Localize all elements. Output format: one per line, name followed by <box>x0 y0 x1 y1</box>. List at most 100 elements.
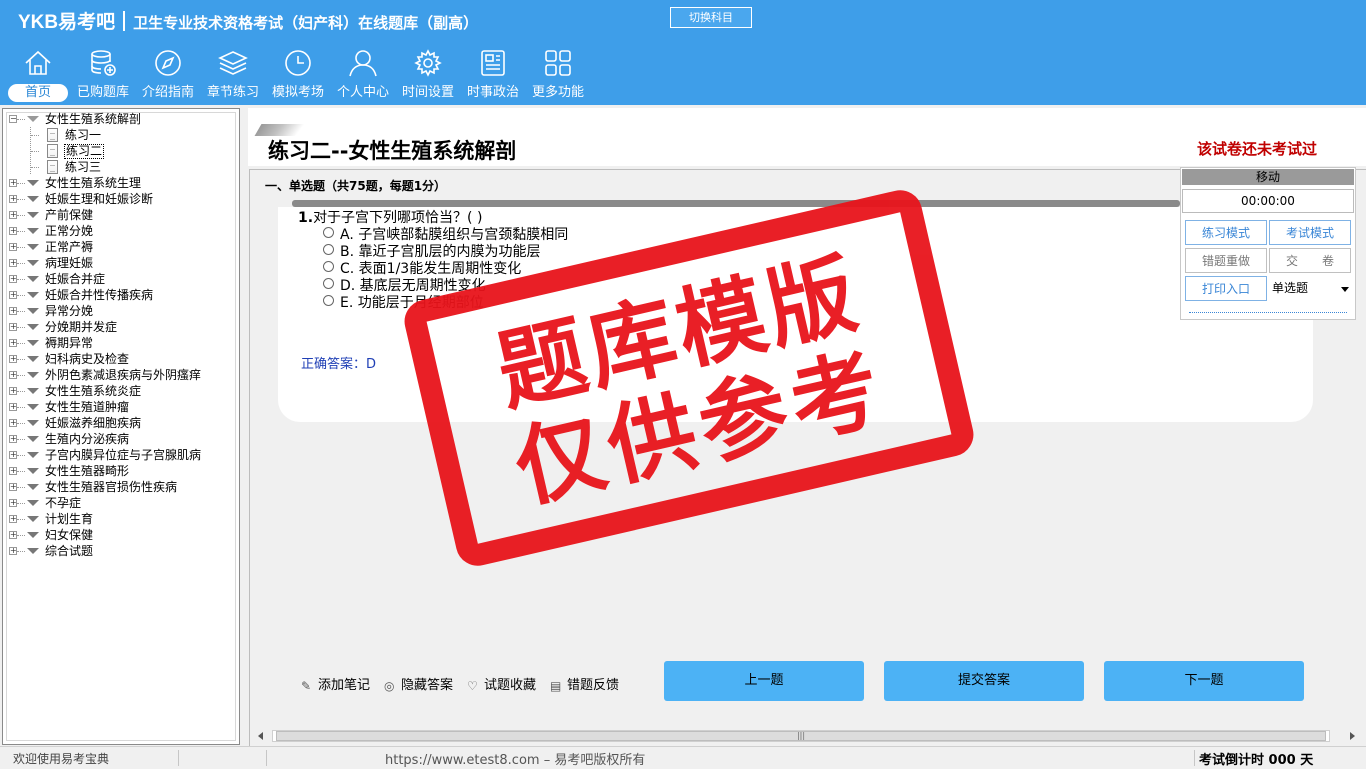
document-icon <box>47 160 58 174</box>
switch-subject-button[interactable]: 切换科目 <box>670 7 752 28</box>
expand-icon[interactable]: + <box>9 451 17 459</box>
nav-politics[interactable]: 时事政治 <box>461 48 525 104</box>
submit-answer-button[interactable]: 提交答案 <box>884 661 1084 701</box>
expand-icon[interactable]: + <box>9 403 17 411</box>
nav-more[interactable]: 更多功能 <box>526 48 590 104</box>
tree-chapter-label: 异常分娩 <box>45 304 94 318</box>
radio-button[interactable] <box>323 295 334 306</box>
scroll-left-icon[interactable] <box>258 732 263 740</box>
folder-icon <box>27 452 39 458</box>
tree-chapter-label: 综合试题 <box>45 544 94 558</box>
tree-root-label: 女性生殖系统解剖 <box>45 112 142 126</box>
expand-icon[interactable]: + <box>9 211 17 219</box>
expand-icon[interactable]: + <box>9 275 17 283</box>
nav-personal[interactable]: 个人中心 <box>331 48 395 104</box>
radio-button[interactable] <box>323 244 334 255</box>
folder-icon <box>27 180 39 186</box>
expand-icon[interactable]: + <box>9 243 17 251</box>
expand-icon[interactable]: + <box>9 547 17 555</box>
folder-icon <box>27 212 39 218</box>
expand-icon[interactable]: + <box>9 419 17 427</box>
nav-purchased[interactable]: 已购题库 <box>71 48 135 104</box>
feedback-icon: ▤ <box>550 679 562 693</box>
pencil-icon: ✎ <box>301 679 312 693</box>
prev-question-button[interactable]: 上一题 <box>664 661 864 701</box>
folder-icon <box>27 308 39 314</box>
tree-chapter-label: 妊娠生理和妊娠诊断 <box>45 192 154 206</box>
folder-icon <box>27 292 39 298</box>
favorite-button[interactable]: ♡ 试题收藏 <box>467 674 536 693</box>
expand-icon[interactable]: + <box>9 339 17 347</box>
exam-mode-button[interactable]: 考试模式 <box>1269 220 1351 245</box>
document-icon <box>47 144 58 158</box>
correct-answer: 正确答案：D <box>301 357 377 372</box>
nav-chapter-label: 章节练习 <box>206 85 259 100</box>
tree-chapter-label: 妊娠滋养细胞疾病 <box>45 416 142 430</box>
radio-button[interactable] <box>323 261 334 272</box>
expand-icon[interactable]: + <box>9 499 17 507</box>
folder-icon <box>27 404 39 410</box>
question-number: 1. <box>298 210 314 226</box>
brand: YKB易考吧 卫生专业技术资格考试（妇产科）在线题库（副高） <box>18 7 478 34</box>
expand-icon[interactable]: + <box>9 259 17 267</box>
radio-button[interactable] <box>323 278 334 289</box>
redo-wrong-button[interactable]: 错题重做 <box>1185 248 1267 273</box>
question-type-select[interactable]: 单选题 <box>1269 276 1353 301</box>
scroll-thumb[interactable]: ||| <box>276 731 1326 741</box>
nav-time-settings[interactable]: 时间设置 <box>396 48 460 104</box>
expand-icon[interactable]: + <box>9 179 17 187</box>
expand-icon[interactable]: + <box>9 227 17 235</box>
exam-control-panel: 移动 00:00:00 练习模式 考试模式 错题重做 交 卷 打印入口 单选题 <box>1180 167 1356 320</box>
folder-icon <box>27 324 39 330</box>
feedback-button[interactable]: ▤ 错题反馈 <box>550 674 619 693</box>
expand-icon[interactable]: + <box>9 483 17 491</box>
print-button[interactable]: 打印入口 <box>1185 276 1267 301</box>
horizontal-scrollbar[interactable]: ||| <box>252 728 1366 744</box>
expand-icon[interactable]: + <box>9 387 17 395</box>
expand-icon[interactable]: + <box>9 195 17 203</box>
chapter-tree-panel: − 女性生殖系统解剖 练习一 练习二 练习三 + 女性生殖系统生理 + 妊娠生理和妊娠… <box>2 108 240 745</box>
folder-icon <box>27 516 39 522</box>
add-note-button[interactable]: ✎ 添加笔记 <box>301 674 370 693</box>
practice-mode-button[interactable]: 练习模式 <box>1185 220 1267 245</box>
tree-chapter-label: 褥期异常 <box>45 336 94 350</box>
tree-chapter-label: 正常分娩 <box>45 224 94 238</box>
timer-display: 00:00:00 <box>1182 189 1354 213</box>
scroll-right-icon[interactable] <box>1350 732 1355 740</box>
question-type-value: 单选题 <box>1272 281 1309 295</box>
expand-icon[interactable]: + <box>9 515 17 523</box>
expand-icon[interactable]: + <box>9 307 17 315</box>
expand-icon[interactable]: + <box>9 291 17 299</box>
expand-icon[interactable]: + <box>9 467 17 475</box>
next-question-button[interactable]: 下一题 <box>1104 661 1304 701</box>
expand-icon[interactable]: + <box>9 323 17 331</box>
question-scrollbar[interactable] <box>292 200 1180 207</box>
submit-paper-button[interactable]: 交 卷 <box>1269 248 1351 273</box>
nav-purchased-label: 已购题库 <box>76 85 129 100</box>
folder-icon <box>27 116 39 122</box>
hide-answer-button[interactable]: ◎ 隐藏答案 <box>384 674 453 693</box>
expand-icon[interactable]: + <box>9 531 17 539</box>
option-e[interactable]: E. 功能层于月经期部位 <box>323 292 484 312</box>
home-icon <box>25 50 51 75</box>
tree-chapter-label: 女性生殖系统炎症 <box>45 384 142 398</box>
nav-guide[interactable]: 介绍指南 <box>136 48 200 104</box>
expand-icon[interactable]: + <box>9 435 17 443</box>
nav-mock-exam-label: 模拟考场 <box>271 85 324 100</box>
nav-chapter[interactable]: 章节练习 <box>201 48 265 104</box>
tree-chapter-label: 正常产褥 <box>45 240 94 254</box>
folder-icon <box>27 388 39 394</box>
collapse-icon[interactable]: − <box>9 115 17 123</box>
radio-button[interactable] <box>323 227 334 238</box>
clock-icon <box>285 50 311 76</box>
folder-icon <box>27 548 39 554</box>
tree-chapter-label: 子宫内膜异位症与子宫腺肌病 <box>45 448 202 462</box>
app-title: 卫生专业技术资格考试（妇产科）在线题库（副高） <box>133 14 479 32</box>
move-handle[interactable]: 移动 <box>1182 169 1354 185</box>
nav-mock-exam[interactable]: 模拟考场 <box>266 48 330 104</box>
nav-politics-label: 时事政治 <box>466 85 519 100</box>
nav-home[interactable]: 首页 <box>6 48 70 104</box>
expand-icon[interactable]: + <box>9 355 17 363</box>
expand-icon[interactable]: + <box>9 371 17 379</box>
document-icon <box>47 128 58 142</box>
